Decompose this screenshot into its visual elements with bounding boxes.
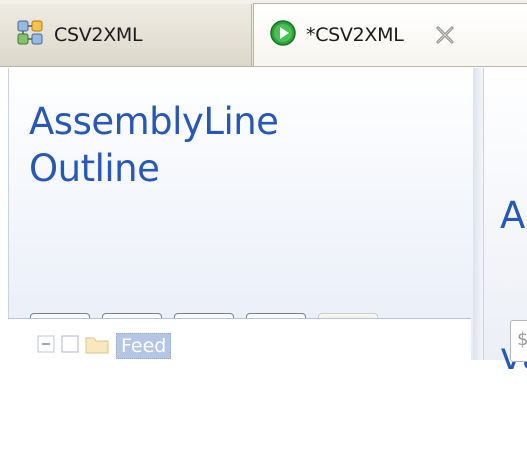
- tree-row-feed[interactable]: Feed: [36, 333, 172, 359]
- tab-csv2xml[interactable]: CSV2XML: [0, 4, 252, 66]
- collapse-icon[interactable]: [36, 334, 56, 358]
- folder-icon: [84, 333, 110, 359]
- tab-label: CSV2XML: [54, 24, 143, 46]
- tab-csv2xml-active[interactable]: *CSV2XML: [253, 3, 527, 66]
- tab-label: *CSV2XML: [306, 24, 404, 46]
- editor-tab-bar: CSV2XML *CSV2XML: [0, 0, 527, 67]
- panel-title-line1: AssemblyLine: [29, 100, 279, 143]
- tree-node-label: Feed: [116, 333, 172, 359]
- assemblyline-icon: [16, 18, 46, 52]
- right-panel-field-value: $: [517, 329, 527, 350]
- right-panel: A va $: [483, 68, 527, 378]
- right-panel-title-line1: A: [500, 194, 526, 237]
- run-icon: [268, 18, 298, 52]
- panel-divider[interactable]: [473, 68, 483, 360]
- panel-title-line2: Outline: [29, 147, 160, 190]
- panel-title: AssemblyLine Outline: [29, 98, 449, 192]
- right-panel-field[interactable]: $: [510, 320, 527, 362]
- checkbox-icon[interactable]: [60, 334, 80, 358]
- right-panel-title: A va: [500, 98, 527, 474]
- close-icon[interactable]: [434, 24, 456, 46]
- outline-tree: Feed: [8, 318, 471, 369]
